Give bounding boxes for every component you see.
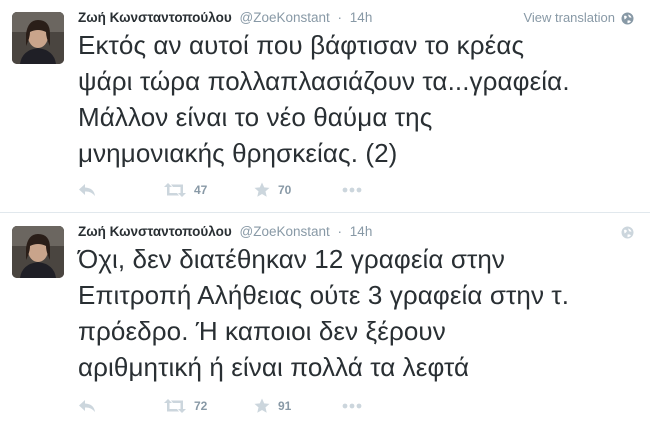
retweet-icon bbox=[164, 399, 186, 413]
tweet-text-line: Επιτροπή Αλήθειας ούτε 3 γραφεία στην τ. bbox=[78, 280, 570, 310]
author-username[interactable]: @ZoeKonstant bbox=[240, 224, 330, 239]
avatar-image bbox=[12, 12, 64, 64]
tweet-text-line: ψάρι τώρα πολλαπλασιάζουν τα...γραφεία. bbox=[78, 66, 570, 96]
reply-button[interactable] bbox=[78, 396, 96, 416]
tweet-text-line: αριθμητική ή είναι πολλά τα λεφτά bbox=[78, 352, 470, 382]
timestamp[interactable]: 14h bbox=[350, 10, 373, 25]
retweet-button[interactable]: 72 bbox=[164, 396, 207, 416]
tweet-header: Ζωή Κωνσταντοπούλου @ZoeKonstant · 14h bbox=[78, 9, 372, 27]
separator: · bbox=[337, 224, 343, 239]
avatar-image bbox=[12, 226, 64, 278]
reply-button[interactable] bbox=[78, 180, 96, 200]
tweet-text-line: μνημονιακής θρησκείας. (2) bbox=[78, 138, 398, 168]
retweet-count: 72 bbox=[194, 399, 208, 413]
separator: · bbox=[337, 10, 343, 25]
avatar[interactable] bbox=[12, 12, 64, 64]
tweet-text-line: πρόεδρο. Ή καποιοι δεν ξέρουν bbox=[78, 316, 446, 346]
reply-icon bbox=[78, 183, 96, 197]
view-translation-label[interactable]: View translation bbox=[523, 10, 615, 26]
globe-icon bbox=[621, 12, 634, 25]
reply-icon bbox=[78, 399, 96, 413]
tweet-2[interactable]: Ζωή Κωνσταντοπούλου @ZoeKonstant · 14h Ό… bbox=[0, 214, 650, 432]
more-button[interactable] bbox=[342, 180, 362, 200]
favorite-count: 70 bbox=[278, 183, 292, 197]
more-icon bbox=[342, 187, 362, 193]
tweet-1[interactable]: Ζωή Κωνσταντοπούλου @ZoeKonstant · 14h V… bbox=[0, 0, 650, 213]
tweet-header: Ζωή Κωνσταντοπούλου @ZoeKonstant · 14h bbox=[78, 223, 372, 241]
more-icon bbox=[342, 403, 362, 409]
author-username[interactable]: @ZoeKonstant bbox=[240, 10, 330, 25]
retweet-icon bbox=[164, 183, 186, 197]
tweet-text: Εκτός αν αυτοί που βάφτισαν το κρέας ψάρ… bbox=[78, 27, 643, 171]
author-fullname[interactable]: Ζωή Κωνσταντοπούλου bbox=[78, 10, 232, 25]
retweet-count: 47 bbox=[194, 183, 208, 197]
avatar[interactable] bbox=[12, 226, 64, 278]
retweet-button[interactable]: 47 bbox=[164, 180, 207, 200]
star-icon bbox=[254, 182, 270, 198]
favorite-count: 91 bbox=[278, 399, 292, 413]
more-button[interactable] bbox=[342, 396, 362, 416]
view-translation-link[interactable]: View translation bbox=[523, 10, 634, 26]
favorite-button[interactable]: 91 bbox=[254, 396, 291, 416]
tweet-text-line: Όχι, δεν διατέθηκαν 12 γραφεία στην bbox=[78, 244, 506, 274]
tweet-text: Όχι, δεν διατέθηκαν 12 γραφεία στην Επιτ… bbox=[78, 241, 643, 385]
timestamp[interactable]: 14h bbox=[350, 224, 373, 239]
tweet-text-line: Εκτός αν αυτοί που βάφτισαν το κρέας bbox=[78, 30, 525, 60]
star-icon bbox=[254, 398, 270, 414]
author-fullname[interactable]: Ζωή Κωνσταντοπούλου bbox=[78, 224, 232, 239]
favorite-button[interactable]: 70 bbox=[254, 180, 291, 200]
tweet-text-line: Μάλλον είναι το νέο θαύμα της bbox=[78, 102, 433, 132]
globe-icon[interactable] bbox=[621, 226, 634, 239]
